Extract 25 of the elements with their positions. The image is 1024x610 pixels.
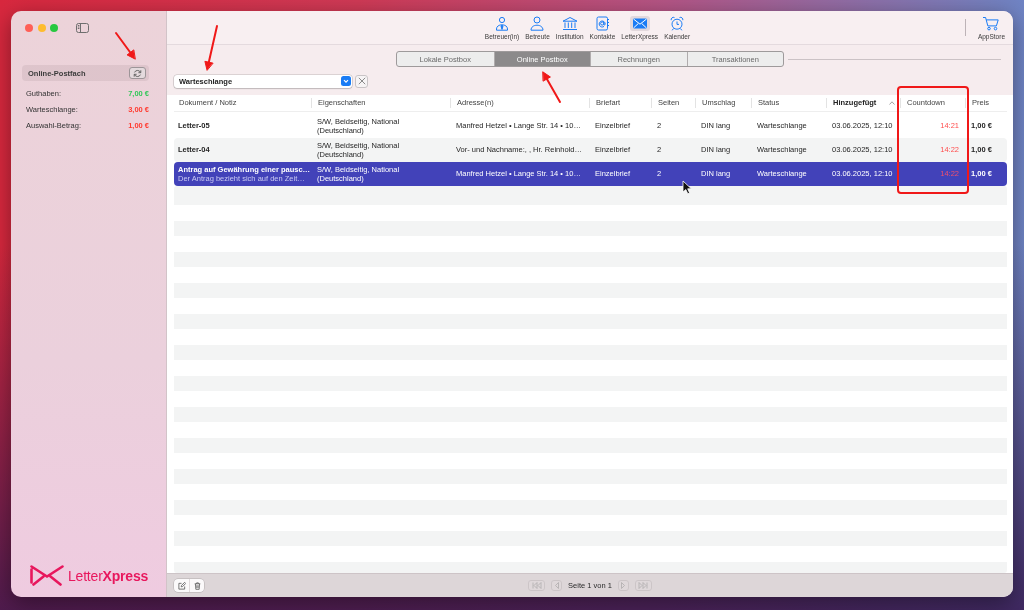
- sidebar-toggle-icon[interactable]: [75, 23, 89, 33]
- skip-to-end-icon: [638, 582, 649, 589]
- minimize-window-button[interactable]: [37, 24, 46, 32]
- logo-text: LetterXpress: [68, 567, 149, 584]
- annotation-arrow: [115, 32, 136, 60]
- triangle-right-icon: [620, 582, 627, 589]
- pencil-square-icon: [177, 581, 186, 590]
- close-icon: [357, 77, 366, 85]
- close-window-button[interactable]: [25, 24, 33, 32]
- annotation-arrow: [542, 71, 561, 103]
- envelope-icon: [629, 16, 650, 31]
- zoom-window-button[interactable]: [50, 24, 58, 32]
- cart-icon: [981, 16, 1002, 31]
- chevron-down-icon: [341, 76, 351, 86]
- clear-filter-button[interactable]: [355, 74, 368, 88]
- sort-caret-icon: [889, 101, 895, 105]
- annotation-arrow: [204, 25, 218, 71]
- table-row[interactable]: [174, 162, 1007, 186]
- refresh-icon: [133, 68, 142, 78]
- envelope-logo-icon: [30, 565, 64, 586]
- trash-icon: [193, 581, 201, 590]
- refresh-button[interactable]: [129, 67, 146, 79]
- triangle-left-icon: [553, 582, 560, 589]
- skip-to-start-icon: [531, 582, 542, 589]
- mouse-pointer-icon: [682, 180, 692, 195]
